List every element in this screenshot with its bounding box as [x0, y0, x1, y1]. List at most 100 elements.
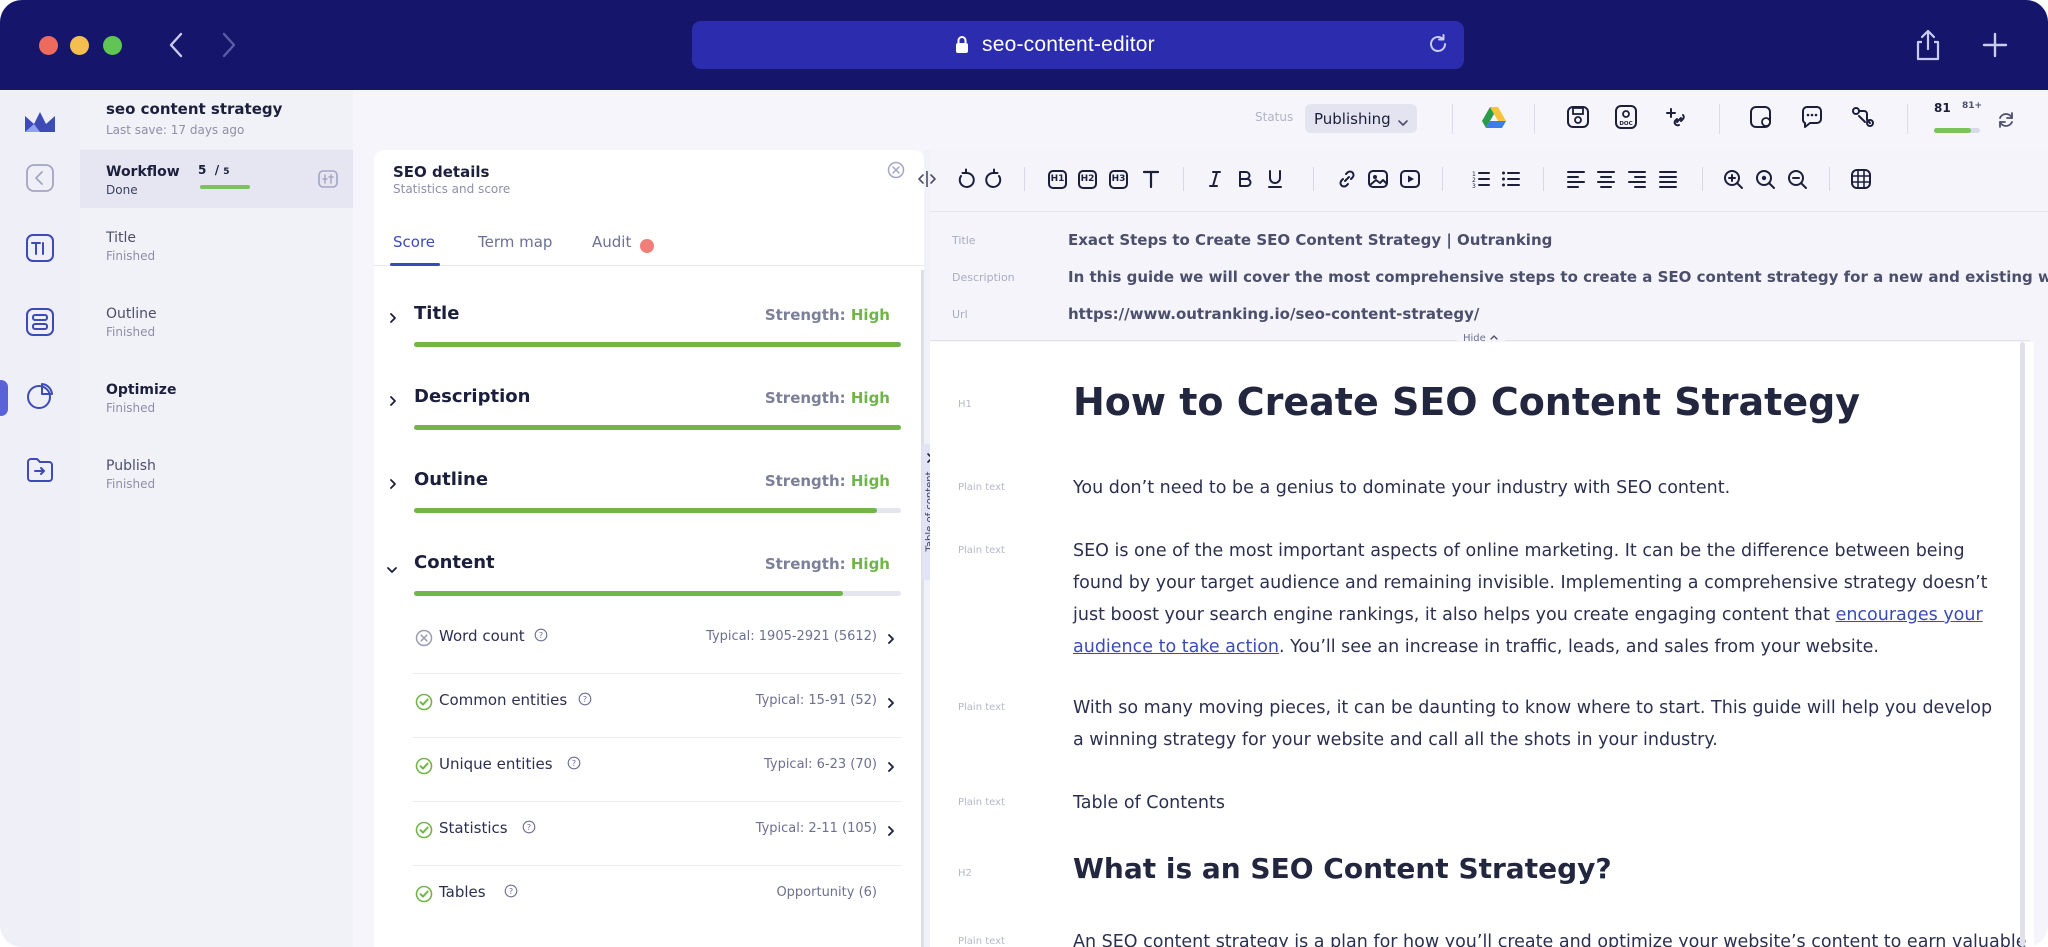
logo-icon[interactable]	[22, 108, 58, 138]
document-h1[interactable]: How to Create SEO Content Strategy	[1073, 380, 1860, 424]
add-link-icon[interactable]	[1663, 104, 1689, 134]
align-right-icon[interactable]	[1626, 168, 1648, 190]
svg-text:?: ?	[583, 695, 587, 704]
tab-audit[interactable]: Audit	[592, 233, 631, 251]
new-tab-icon[interactable]	[1982, 32, 2008, 62]
heading3-icon[interactable]: H3	[1109, 170, 1128, 189]
metric-name: Description	[414, 386, 531, 407]
toolbar-divider	[1907, 104, 1908, 134]
help-icon[interactable]: ?	[578, 691, 592, 710]
outline-step-icon[interactable]	[24, 306, 56, 338]
seo-panel-title: SEO details	[393, 163, 490, 181]
browser-chrome: seo-content-editor	[0, 0, 2048, 90]
collapse-icon[interactable]	[24, 162, 56, 194]
editor-document[interactable]: H1 How to Create SEO Content Strategy Pl…	[930, 342, 2034, 947]
tab-score[interactable]: Score	[393, 233, 435, 251]
table-icon[interactable]	[1850, 168, 1872, 190]
document-name[interactable]: seo content strategy	[106, 100, 282, 118]
video-icon[interactable]	[1399, 168, 1421, 190]
refresh-score-icon[interactable]	[1996, 110, 2016, 134]
zoom-out-icon[interactable]	[1786, 168, 1808, 190]
document-h2[interactable]: What is an SEO Content Strategy?	[1073, 852, 1612, 885]
toolbar-divider	[1183, 167, 1184, 191]
content-item-word-count[interactable]: Word count ? Typical: 1905-2921 (5612)	[412, 610, 902, 674]
zoom-in-icon[interactable]	[1722, 168, 1744, 190]
link-icon[interactable]	[1336, 168, 1358, 190]
help-icon[interactable]: ?	[567, 755, 581, 774]
comments-icon[interactable]	[1799, 104, 1825, 134]
workflow-step-publish[interactable]: Publish Finished	[106, 458, 156, 491]
toolbar-divider	[1829, 167, 1830, 191]
zoom-reset-icon[interactable]	[1754, 168, 1776, 190]
paragraph-text[interactable]: With so many moving pieces, it can be da…	[1073, 692, 1993, 756]
underline-icon[interactable]	[1264, 168, 1286, 190]
align-left-icon[interactable]	[1565, 168, 1587, 190]
step-status: Finished	[106, 325, 156, 339]
paragraph-text[interactable]: An SEO content strategy is a plan for ho…	[1073, 926, 2026, 947]
toolbar-divider	[1543, 167, 1544, 191]
toolbar-divider	[1719, 104, 1720, 134]
strength-label: Strength:	[764, 472, 846, 490]
forward-button[interactable]	[214, 28, 244, 62]
workflow-graph-icon[interactable]	[1850, 104, 1876, 134]
metric-name: Outline	[414, 469, 489, 490]
step-name: Optimize	[106, 382, 177, 398]
image-icon[interactable]	[1367, 168, 1389, 190]
paragraph-text[interactable]: SEO is one of the most important aspects…	[1073, 535, 1993, 663]
bullet-list-icon[interactable]	[1500, 168, 1522, 190]
undo-icon[interactable]	[955, 168, 977, 190]
help-icon[interactable]: ?	[534, 627, 548, 646]
text-style-icon[interactable]	[1140, 168, 1162, 190]
meta-url-value[interactable]: https://www.outranking.io/seo-content-st…	[1068, 305, 1479, 323]
minimize-window-button[interactable]	[70, 36, 89, 55]
paragraph-text[interactable]: Table of Contents	[1073, 787, 1993, 819]
metric-strength: Strength: High	[765, 555, 890, 573]
numbered-list-icon[interactable]: 123	[1470, 168, 1492, 190]
meta-description-value[interactable]: In this guide we will cover the most com…	[1068, 268, 2048, 286]
workflow-step-title[interactable]: Title Finished	[106, 230, 155, 263]
workflow-toggle-icon[interactable]	[318, 170, 338, 192]
share-icon[interactable]	[1913, 28, 1943, 66]
optimize-step-icon[interactable]	[24, 380, 56, 412]
close-icon[interactable]	[886, 160, 906, 184]
editor-scrollbar[interactable]	[2020, 342, 2025, 947]
publish-step-icon[interactable]	[24, 454, 56, 486]
block-type-label: Plain text	[958, 702, 1005, 713]
paragraph-text[interactable]: You don’t need to be a genius to dominat…	[1073, 472, 1993, 504]
workflow-step-optimize[interactable]: Optimize Finished	[106, 382, 176, 415]
close-window-button[interactable]	[39, 36, 58, 55]
workflow-step-outline[interactable]: Outline Finished	[106, 306, 157, 339]
step-status: Finished	[106, 401, 156, 415]
metric-strength: Strength: High	[765, 472, 890, 490]
content-item-tables[interactable]: Tables ? Opportunity (6)	[412, 866, 902, 930]
content-item-common-entities[interactable]: Common entities ? Typical: 15-91 (52)	[412, 674, 902, 738]
save-icon[interactable]	[1565, 104, 1591, 134]
title-step-icon[interactable]	[24, 232, 56, 264]
content-item-unique-entities[interactable]: Unique entities ? Typical: 6-23 (70)	[412, 738, 902, 802]
page-settings-icon[interactable]	[1748, 104, 1774, 134]
back-button[interactable]	[163, 28, 193, 62]
reload-icon[interactable]	[1426, 32, 1450, 60]
content-item-typical: Typical: 1905-2921 (5612)	[706, 629, 877, 644]
help-icon[interactable]: ?	[522, 819, 536, 838]
heading1-icon[interactable]: H1	[1048, 170, 1067, 189]
meta-title-value[interactable]: Exact Steps to Create SEO Content Strate…	[1068, 231, 1552, 249]
tab-term-map[interactable]: Term map	[478, 233, 552, 251]
app-window: seo-content-editor seo content strategy …	[0, 0, 2048, 947]
address-bar[interactable]: seo-content-editor	[692, 21, 1464, 69]
italic-icon[interactable]	[1204, 168, 1226, 190]
align-justify-icon[interactable]	[1657, 168, 1679, 190]
redo-icon[interactable]	[983, 168, 1005, 190]
help-icon[interactable]: ?	[504, 883, 518, 902]
step-status: Finished	[106, 477, 156, 491]
status-select[interactable]: Publishing	[1305, 104, 1417, 133]
google-drive-icon[interactable]	[1481, 104, 1507, 134]
align-center-icon[interactable]	[1595, 168, 1617, 190]
heading2-icon[interactable]: H2	[1078, 170, 1097, 189]
maximize-window-button[interactable]	[103, 36, 122, 55]
export-doc-icon[interactable]: DOC	[1613, 104, 1639, 134]
bold-icon[interactable]	[1234, 168, 1256, 190]
content-item-statistics[interactable]: Statistics ? Typical: 2-11 (105)	[412, 802, 902, 866]
workflow-count-current: 5	[198, 163, 207, 177]
chevron-down-icon	[1397, 113, 1409, 132]
